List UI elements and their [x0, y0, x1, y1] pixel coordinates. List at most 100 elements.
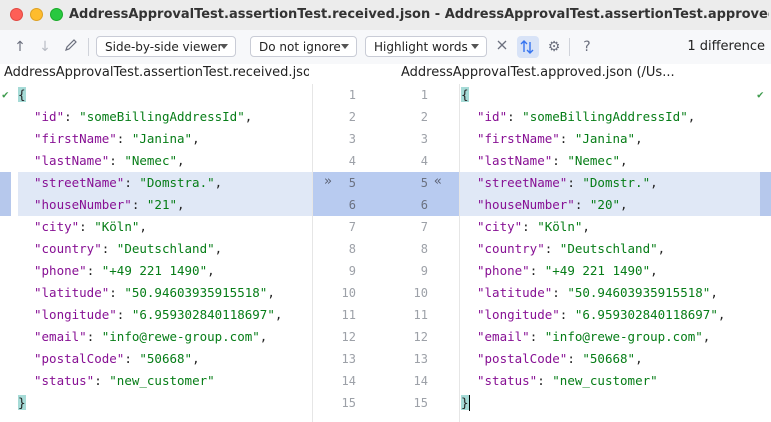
- json-key: "lastName": [34, 153, 110, 168]
- json-key: "email": [477, 329, 530, 344]
- colon: :: [567, 175, 583, 190]
- json-key: "houseNumber": [477, 197, 575, 212]
- json-value: "new_customer": [552, 373, 658, 388]
- right-file-header: AddressApprovalTest.approved.json (/Us..…: [401, 65, 675, 80]
- minimize-window-button[interactable]: [30, 8, 43, 21]
- apply-right-chevron-icon[interactable]: «: [434, 174, 442, 189]
- left-code-line[interactable]: "longitude": "6.959302840118697",: [34, 304, 282, 326]
- json-value: "Janina": [574, 131, 636, 146]
- highlight-dropdown[interactable]: Highlight words: [365, 36, 487, 57]
- left-code-line[interactable]: "streetName": "Domstra.",: [34, 172, 222, 194]
- json-value: "50668": [582, 351, 636, 366]
- json-key: "longitude": [34, 307, 117, 322]
- right-code-line[interactable]: }: [461, 392, 469, 414]
- json-value: "Köln": [537, 219, 583, 234]
- close-icon[interactable]: [493, 38, 511, 56]
- right-code-line[interactable]: "firstName": "Janina",: [477, 128, 643, 150]
- right-line-number: 13: [413, 352, 428, 366]
- right-code-line[interactable]: "latitude": "50.94603935915518",: [477, 282, 718, 304]
- json-key: "city": [34, 219, 80, 234]
- json-key: "lastName": [477, 153, 553, 168]
- right-line-number: 11: [413, 308, 428, 322]
- right-code-line[interactable]: "houseNumber": "20",: [477, 194, 628, 216]
- json-value: "Deutschland": [559, 241, 658, 256]
- right-code-line[interactable]: "city": "Köln",: [477, 216, 590, 238]
- json-value: "Nemec": [124, 153, 178, 168]
- colon: :: [109, 153, 125, 168]
- right-inspection-ok-icon: ✔: [757, 88, 764, 101]
- arrow-down-icon[interactable]: ↓: [36, 38, 54, 56]
- toolbar-separator: [88, 38, 89, 56]
- left-code-line[interactable]: "id": "someBillingAddressId",: [34, 106, 252, 128]
- viewer-dropdown[interactable]: Side-by-side viewer: [96, 36, 236, 57]
- chevron-down-icon: [341, 44, 349, 49]
- brace-token: {: [18, 87, 26, 102]
- json-value: "50668": [139, 351, 193, 366]
- json-key: "city": [477, 219, 523, 234]
- right-code-line[interactable]: "country": "Deutschland",: [477, 238, 665, 260]
- json-key: "firstName": [477, 131, 560, 146]
- right-line-number: 5: [420, 176, 428, 190]
- left-code-line[interactable]: "lastName": "Nemec",: [34, 150, 185, 172]
- diff-editor[interactable]: {"id": "someBillingAddressId", "firstName…: [0, 84, 771, 422]
- left-code-line[interactable]: }: [18, 392, 26, 414]
- sync-scroll-button[interactable]: [517, 36, 539, 58]
- right-code-line[interactable]: "email": "info@rewe-group.com",: [477, 326, 710, 348]
- left-code-line[interactable]: "city": "Köln",: [34, 216, 147, 238]
- json-value: "50.94603935915518": [124, 285, 268, 300]
- json-key: "longitude": [477, 307, 560, 322]
- right-code-line[interactable]: "id": "someBillingAddressId",: [477, 106, 695, 128]
- left-code-line[interactable]: "postalCode": "50668",: [34, 348, 200, 370]
- left-code-line[interactable]: "firstName": "Janina",: [34, 128, 200, 150]
- comma: ,: [687, 109, 696, 124]
- comma: ,: [650, 175, 658, 190]
- right-code-line[interactable]: "phone": "+49 221 1490",: [477, 260, 658, 282]
- left-line-number: 4: [348, 154, 356, 168]
- json-value: "info@rewe-group.com": [101, 329, 260, 344]
- left-line-number: 8: [348, 242, 356, 256]
- pencil-icon[interactable]: [62, 38, 80, 56]
- right-line-number: 12: [413, 330, 428, 344]
- left-line-number: 15: [341, 396, 356, 410]
- help-icon[interactable]: ?: [578, 38, 596, 56]
- left-code-line[interactable]: "phone": "+49 221 1490",: [34, 260, 215, 282]
- right-code-line[interactable]: "streetName": "Domstr.",: [477, 172, 658, 194]
- left-code-line[interactable]: "latitude": "50.94603935915518",: [34, 282, 275, 304]
- json-value: "Köln": [94, 219, 140, 234]
- gutter-divider: [312, 84, 313, 422]
- right-code-line[interactable]: "postalCode": "50668",: [477, 348, 643, 370]
- arrow-up-icon[interactable]: ↑: [11, 38, 29, 56]
- right-code-line[interactable]: "lastName": "Nemec",: [477, 150, 628, 172]
- close-window-button[interactable]: [10, 8, 23, 21]
- right-code-line[interactable]: {: [461, 84, 469, 106]
- colon: :: [116, 307, 132, 322]
- left-code-line[interactable]: "houseNumber": "21",: [34, 194, 185, 216]
- right-code-line[interactable]: "status": "new_customer": [477, 370, 658, 392]
- zoom-window-button[interactable]: [50, 8, 63, 21]
- json-key: "latitude": [477, 285, 553, 300]
- json-value: "6.959302840118697": [131, 307, 275, 322]
- ignore-dropdown[interactable]: Do not ignore: [250, 36, 357, 57]
- colon: :: [101, 241, 117, 256]
- colon: :: [559, 307, 575, 322]
- json-value: "Domstra.": [139, 175, 215, 190]
- chevron-down-icon: [471, 44, 479, 49]
- json-value: "20": [589, 197, 621, 212]
- right-code-line[interactable]: "longitude": "6.959302840118697",: [477, 304, 725, 326]
- left-code-line[interactable]: "status": "new_customer": [34, 370, 215, 392]
- colon: :: [544, 241, 560, 256]
- left-code-line[interactable]: {: [18, 84, 26, 106]
- text-caret: [469, 395, 470, 411]
- left-line-number: 11: [341, 308, 356, 322]
- colon: :: [552, 153, 568, 168]
- left-code-line[interactable]: "email": "info@rewe-group.com",: [34, 326, 267, 348]
- window-title: AddressApprovalTest.assertionTest.receiv…: [69, 7, 769, 22]
- left-code-line[interactable]: "country": "Deutschland",: [34, 238, 222, 260]
- apply-left-chevron-icon[interactable]: »: [324, 174, 332, 189]
- json-value: "6.959302840118697": [574, 307, 718, 322]
- ignore-dropdown-label: Do not ignore: [259, 40, 341, 54]
- colon: :: [522, 219, 538, 234]
- json-value: "+49 221 1490": [544, 263, 651, 278]
- gear-icon[interactable]: ⚙: [545, 38, 563, 56]
- right-line-number: 7: [420, 220, 428, 234]
